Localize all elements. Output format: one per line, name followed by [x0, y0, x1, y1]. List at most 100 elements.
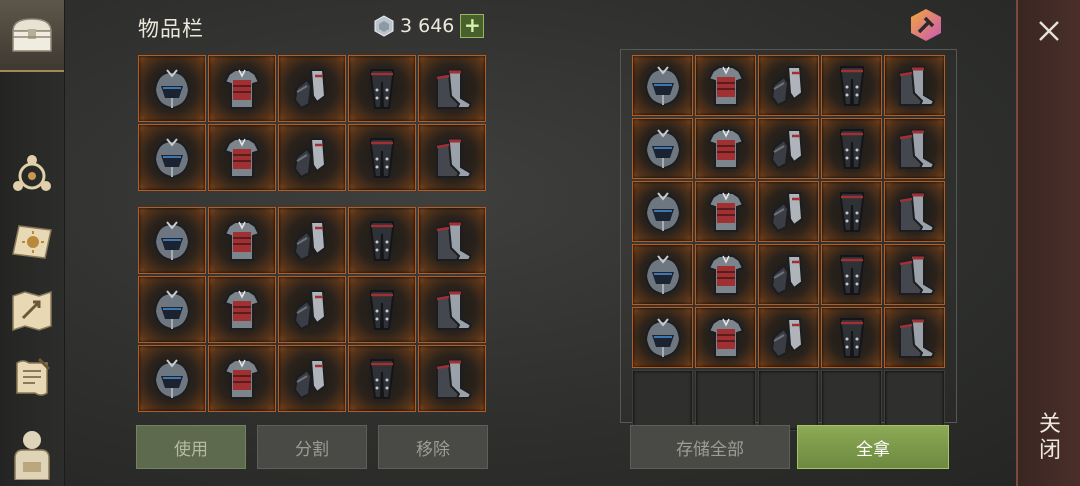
container-slot-gauntlets[interactable]: [758, 118, 819, 179]
inventory-slot-helmet[interactable]: [138, 207, 206, 274]
container-slot-boots[interactable]: [884, 118, 945, 179]
container-slot-cuirass[interactable]: [695, 181, 756, 242]
sidebar-item-map[interactable]: [8, 286, 56, 334]
cuirass-icon: [707, 254, 744, 295]
cuirass-icon: [707, 128, 744, 169]
gauntlets-icon: [770, 191, 803, 232]
container-grid: [632, 55, 945, 431]
gauntlets-icon: [770, 65, 803, 106]
greaves-icon: [370, 289, 394, 330]
backpack-icon: [14, 431, 50, 480]
boots-icon: [898, 65, 935, 106]
greaves-icon: [839, 128, 864, 169]
inventory-grid-top: [138, 55, 486, 191]
inventory-slot-boots[interactable]: [418, 124, 486, 191]
container-slot-gauntlets[interactable]: [758, 55, 819, 116]
close-label: 关闭: [1038, 412, 1061, 463]
container-slot-boots[interactable]: [884, 181, 945, 242]
inventory-slot-gauntlets[interactable]: [278, 345, 346, 412]
container-slot-greaves[interactable]: [821, 244, 882, 305]
inventory-slot-greaves[interactable]: [348, 276, 416, 343]
store-all-button[interactable]: 存储全部: [630, 425, 790, 469]
sidebar-item-book[interactable]: [8, 218, 56, 266]
remove-button[interactable]: 移除: [378, 425, 488, 469]
greaves-icon: [839, 191, 864, 232]
container-slot-helmet[interactable]: [632, 181, 693, 242]
boots-icon: [436, 289, 473, 330]
inventory-slot-gauntlets[interactable]: [278, 124, 346, 191]
greaves-icon: [839, 254, 864, 295]
use-button[interactable]: 使用: [136, 425, 246, 469]
inventory-slot-gauntlets[interactable]: [278, 207, 346, 274]
inventory-slot-cuirass[interactable]: [208, 207, 276, 274]
container-slot-empty: [695, 370, 756, 431]
gauntlets-icon: [293, 68, 327, 109]
inventory-slot-helmet[interactable]: [138, 124, 206, 191]
inventory-slot-boots[interactable]: [418, 207, 486, 274]
gauntlets-icon: [293, 137, 327, 178]
close-panel[interactable]: 关闭: [1016, 0, 1080, 486]
container-slot-boots[interactable]: [884, 244, 945, 305]
inventory-slot-cuirass[interactable]: [208, 124, 276, 191]
inventory-slot-boots[interactable]: [418, 276, 486, 343]
scroll-icon: [16, 357, 51, 396]
inventory-slot-greaves[interactable]: [348, 124, 416, 191]
sidebar-item-skills[interactable]: [8, 150, 56, 198]
helmet-icon: [153, 137, 191, 178]
inventory-slot-helmet[interactable]: [138, 345, 206, 412]
take-all-button[interactable]: 全拿: [797, 425, 949, 469]
boots-icon: [898, 191, 935, 232]
container-slot-gauntlets[interactable]: [758, 307, 819, 368]
skills-icon: [13, 155, 51, 191]
gauntlets-icon: [770, 317, 803, 358]
split-button[interactable]: 分割: [257, 425, 367, 469]
container-slot-greaves[interactable]: [821, 181, 882, 242]
inventory-slot-helmet[interactable]: [138, 55, 206, 122]
inventory-slot-gauntlets[interactable]: [278, 55, 346, 122]
container-slot-cuirass[interactable]: [695, 55, 756, 116]
container-slot-empty: [758, 370, 819, 431]
container-slot-cuirass[interactable]: [695, 244, 756, 305]
inventory-slot-helmet[interactable]: [138, 276, 206, 343]
container-slot-greaves[interactable]: [821, 118, 882, 179]
container-slot-greaves[interactable]: [821, 307, 882, 368]
container-slot-helmet[interactable]: [632, 244, 693, 305]
inventory-title: 物品栏: [138, 17, 204, 41]
map-icon: [12, 290, 52, 332]
greaves-icon: [370, 137, 394, 178]
inventory-slot-boots[interactable]: [418, 55, 486, 122]
greaves-icon: [839, 65, 864, 106]
container-slot-boots[interactable]: [884, 307, 945, 368]
inventory-slot-cuirass[interactable]: [208, 276, 276, 343]
inventory-slot-greaves[interactable]: [348, 55, 416, 122]
sidebar-item-character[interactable]: [8, 424, 56, 484]
close-icon[interactable]: [1034, 16, 1064, 46]
container-slot-greaves[interactable]: [821, 55, 882, 116]
boots-icon: [898, 254, 935, 295]
helmet-icon: [153, 289, 191, 330]
container-slot-helmet[interactable]: [632, 307, 693, 368]
container-slot-cuirass[interactable]: [695, 307, 756, 368]
cuirass-icon: [707, 65, 744, 106]
sidebar-item-inventory[interactable]: [0, 0, 64, 72]
container-slot-empty: [632, 370, 693, 431]
container-type-badge[interactable]: [908, 7, 944, 43]
currency-amount: 3 646: [400, 15, 455, 37]
inventory-slot-greaves[interactable]: [348, 345, 416, 412]
container-slot-helmet[interactable]: [632, 55, 693, 116]
inventory-slot-cuirass[interactable]: [208, 55, 276, 122]
container-slot-gauntlets[interactable]: [758, 181, 819, 242]
inventory-slot-cuirass[interactable]: [208, 345, 276, 412]
cuirass-icon: [223, 137, 261, 178]
sidebar-item-quests[interactable]: [8, 354, 56, 402]
inventory-slot-boots[interactable]: [418, 345, 486, 412]
gauntlets-icon: [293, 289, 327, 330]
add-currency-button[interactable]: +: [460, 14, 485, 38]
container-slot-cuirass[interactable]: [695, 118, 756, 179]
inventory-slot-gauntlets[interactable]: [278, 276, 346, 343]
container-slot-boots[interactable]: [884, 55, 945, 116]
inventory-slot-greaves[interactable]: [348, 207, 416, 274]
container-slot-helmet[interactable]: [632, 118, 693, 179]
container-slot-gauntlets[interactable]: [758, 244, 819, 305]
cuirass-icon: [707, 317, 744, 358]
